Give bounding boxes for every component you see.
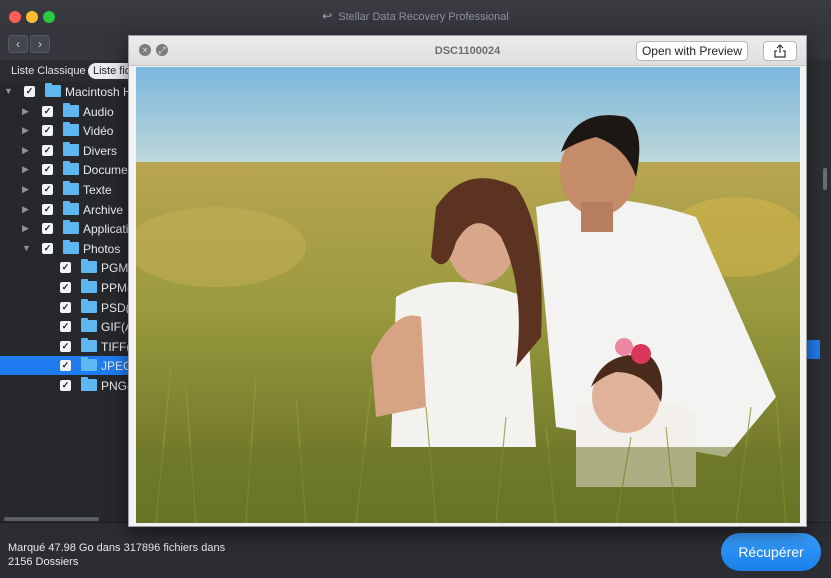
stellar-logo-icon: ↩	[322, 9, 333, 23]
folder-icon	[63, 122, 79, 137]
tree-item-label: PSD(A	[101, 300, 130, 315]
tree-item-label: Archive	[83, 202, 124, 217]
tree-checkbox[interactable]: ✓	[42, 203, 53, 215]
folder-icon	[81, 259, 97, 274]
tree-checkbox[interactable]: ✓	[42, 125, 53, 137]
tree-checkbox[interactable]: ✓	[42, 144, 53, 156]
file-list-vertical-scrollbar[interactable]	[823, 168, 827, 190]
tree-item-label: PGM(	[101, 261, 130, 276]
tree-item-label: Texte	[83, 183, 112, 197]
tree-row[interactable]: ▼ ✓ Photos	[0, 239, 130, 258]
tree-row[interactable]: ▶ ✓ Audio	[0, 102, 130, 121]
tree-item-label: Divers	[83, 143, 118, 158]
tree-item-label: Vidéo	[83, 124, 114, 139]
tree-item-label: Macintosh H	[65, 85, 130, 99]
quicklook-panel: × ⤢ DSC1100024 Open with Preview	[128, 35, 807, 527]
folder-icon	[81, 337, 97, 352]
tree-row[interactable]: ▶ ✓ Divers	[0, 141, 130, 160]
tree-checkbox[interactable]: ✓	[60, 262, 71, 274]
tree-row[interactable]: ✓ PNG(	[0, 376, 130, 395]
forward-button[interactable]: ›	[30, 35, 50, 53]
tree-row[interactable]: ✓ PSD(A	[0, 298, 130, 317]
tree-checkbox[interactable]: ✓	[42, 223, 53, 235]
tree-horizontal-scrollbar[interactable]	[4, 517, 99, 521]
tree-checkbox[interactable]: ✓	[60, 321, 71, 333]
status-text: Marqué 47.98 Go dans 317896 fichiers dan…	[8, 541, 225, 569]
tree-checkbox[interactable]: ✓	[60, 360, 71, 372]
tab-liste-classique[interactable]: Liste Classique	[6, 63, 91, 79]
tree-row[interactable]: ✓ PGM(	[0, 258, 130, 277]
tree-checkbox[interactable]: ✓	[60, 340, 71, 352]
tree-checkbox[interactable]: ✓	[42, 184, 53, 195]
tree-checkbox[interactable]: ✓	[42, 242, 53, 254]
tree-item-label: Photos	[83, 241, 121, 256]
folder-icon	[81, 279, 97, 293]
tree-checkbox[interactable]: ✓	[60, 380, 71, 391]
tree-row[interactable]: ▶ ✓ Documen	[0, 160, 130, 179]
tree-row[interactable]: ✓ TIFF(A	[0, 337, 130, 356]
folder-icon	[81, 377, 97, 391]
folder-icon	[63, 200, 79, 215]
folder-icon	[63, 239, 79, 254]
tree-item-label: Documen	[83, 163, 130, 178]
title-bar: ↩ Stellar Data Recovery Professional	[0, 0, 831, 32]
app-title: ↩ Stellar Data Recovery Professional	[0, 9, 831, 23]
status-line-2: 2156 Dossiers	[8, 556, 79, 568]
folder-icon	[63, 220, 79, 235]
disclosure-collapsed-icon[interactable]: ▶	[22, 164, 29, 175]
family-photo-image	[136, 67, 800, 523]
disclosure-collapsed-icon[interactable]: ▶	[22, 125, 29, 136]
tree-checkbox[interactable]: ✓	[42, 164, 53, 176]
tree-checkbox[interactable]: ✓	[42, 105, 53, 117]
tree-row[interactable]: ✓ JPEG	[0, 356, 130, 376]
back-button[interactable]: ‹	[8, 35, 28, 53]
tree-item-label: TIFF(A	[101, 339, 130, 354]
folder-icon	[63, 161, 79, 176]
tree-checkbox[interactable]: ✓	[60, 282, 71, 293]
tree-item-label: PPM(	[101, 281, 130, 295]
folder-icon	[81, 318, 97, 333]
tree-row[interactable]: ✓ PPM(	[0, 278, 130, 297]
tree-row[interactable]: ✓ GIF(A	[0, 317, 130, 336]
folder-icon	[45, 83, 61, 97]
quicklook-toolbar: × ⤢ DSC1100024 Open with Preview	[129, 36, 806, 66]
disclosure-collapsed-icon[interactable]: ▶	[22, 204, 29, 215]
tree-item-label: Applicatio	[83, 222, 130, 237]
tree-checkbox[interactable]: ✓	[24, 86, 35, 97]
tree-item-label: PNG(	[101, 379, 130, 393]
photo-preview	[136, 67, 800, 523]
folder-icon	[63, 141, 79, 156]
open-with-preview-button[interactable]: Open with Preview	[636, 41, 748, 61]
tree-row[interactable]: ▼ ✓ Macintosh H	[0, 82, 130, 101]
share-icon	[774, 44, 786, 58]
tree-row[interactable]: ▶ ✓ Texte	[0, 180, 130, 199]
tree-row[interactable]: ▶ ✓ Applicatio	[0, 219, 130, 238]
tree-row[interactable]: ▶ ✓ Vidéo	[0, 121, 130, 140]
tree-item-label: GIF(A	[101, 320, 130, 335]
file-list-selected-row[interactable]	[805, 340, 820, 359]
app-title-text: Stellar Data Recovery Professional	[338, 11, 509, 23]
disclosure-collapsed-icon[interactable]: ▶	[22, 184, 29, 195]
tree-row[interactable]: ▶ ✓ Archive	[0, 200, 130, 219]
file-tree: ▼ ✓ Macintosh H ▶ ✓ Audio ▶ ✓ Vidéo ▶ ✓ Divers ▶ ✓ Doc…	[0, 82, 130, 522]
tree-item-label: JPEG	[101, 359, 130, 374]
folder-icon	[81, 357, 97, 372]
file-list-edge	[805, 60, 831, 522]
tree-checkbox[interactable]: ✓	[60, 301, 71, 313]
share-button[interactable]	[763, 41, 797, 61]
tree-item-label: Audio	[83, 104, 114, 119]
view-tabs: Liste Classique Liste fic	[0, 60, 136, 82]
folder-icon	[63, 102, 79, 117]
disclosure-collapsed-icon[interactable]: ▶	[22, 145, 29, 156]
disclosure-expanded-icon[interactable]: ▼	[22, 243, 31, 253]
disclosure-collapsed-icon[interactable]: ▶	[22, 223, 29, 234]
status-line-1: Marqué 47.98 Go dans 317896 fichiers dan…	[8, 542, 226, 554]
disclosure-collapsed-icon[interactable]: ▶	[22, 106, 29, 117]
folder-icon	[63, 181, 79, 195]
app-window: ↩ Stellar Data Recovery Professional ‹ › …	[0, 0, 831, 578]
recover-button[interactable]: Récupérer	[721, 533, 821, 571]
disclosure-expanded-icon[interactable]: ▼	[4, 86, 13, 96]
folder-icon	[81, 298, 97, 313]
